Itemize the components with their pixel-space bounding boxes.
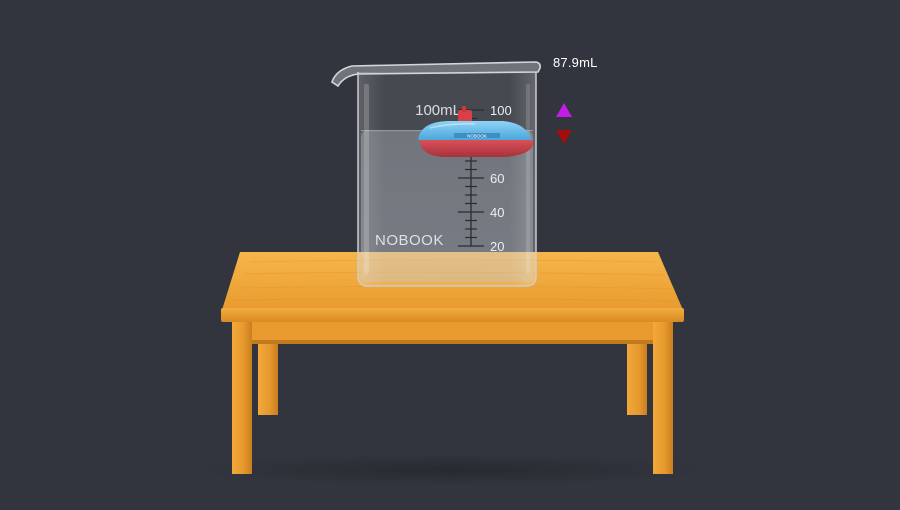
capacity-label: 100mL	[415, 102, 461, 119]
table-leg-front-left	[232, 322, 252, 474]
floor-shadow	[192, 454, 712, 486]
table-leg-back-right	[627, 335, 647, 415]
lower-submarine-button[interactable]	[555, 129, 573, 145]
simulation-scene: 100mL NOBOOK 100 80 60 40 20 NOBOOK	[192, 61, 712, 486]
triangle-up-icon	[556, 103, 572, 117]
submarine-hull-bottom	[420, 140, 533, 157]
triangle-down-icon	[556, 130, 572, 144]
table-leg-back-left	[258, 335, 278, 415]
brand-label: NOBOOK	[375, 232, 444, 249]
submarine-label: NOBOOK	[467, 134, 487, 139]
raise-submarine-button[interactable]	[555, 102, 573, 118]
beaker: 100mL NOBOOK 100 80 60 40 20	[331, 61, 541, 287]
scale-label-100: 100	[490, 103, 512, 118]
scale-label-40: 40	[490, 205, 504, 220]
volume-readout: 87.9mL	[553, 55, 598, 70]
scale-label-20: 20	[490, 239, 504, 254]
scale-label-60: 60	[490, 171, 504, 186]
table-leg-front-right	[653, 322, 673, 474]
table-edge	[221, 308, 684, 322]
